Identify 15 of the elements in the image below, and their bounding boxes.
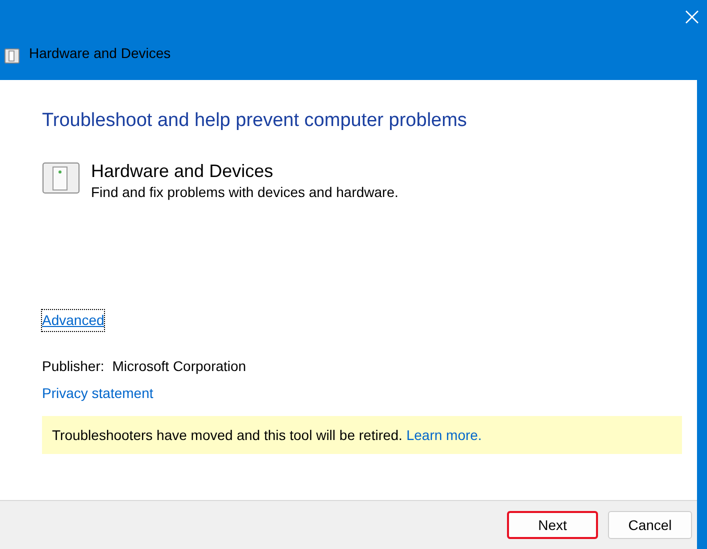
advanced-link[interactable]: Advanced — [42, 310, 104, 331]
device-icon — [42, 162, 80, 194]
publisher-value: Microsoft Corporation — [112, 357, 246, 376]
notice-text: Troubleshooters have moved and this tool will be retired. Learn more. — [52, 426, 482, 444]
privacy-link[interactable]: Privacy statement — [42, 383, 154, 404]
troubleshooter-description: Find and fix problems with devices and hardware. — [91, 183, 398, 202]
close-icon — [685, 10, 699, 24]
learn-more-link[interactable]: Learn more. — [406, 426, 482, 442]
page-heading: Troubleshoot and help prevent computer problems — [42, 109, 468, 133]
cancel-button[interactable]: Cancel — [608, 511, 692, 539]
troubleshooter-title: Hardware and Devices — [91, 160, 274, 182]
next-button[interactable]: Next — [507, 511, 598, 539]
window-title: Hardware and Devices — [29, 44, 171, 63]
device-icon — [4, 48, 20, 64]
publisher-label: Publisher: — [42, 357, 104, 376]
